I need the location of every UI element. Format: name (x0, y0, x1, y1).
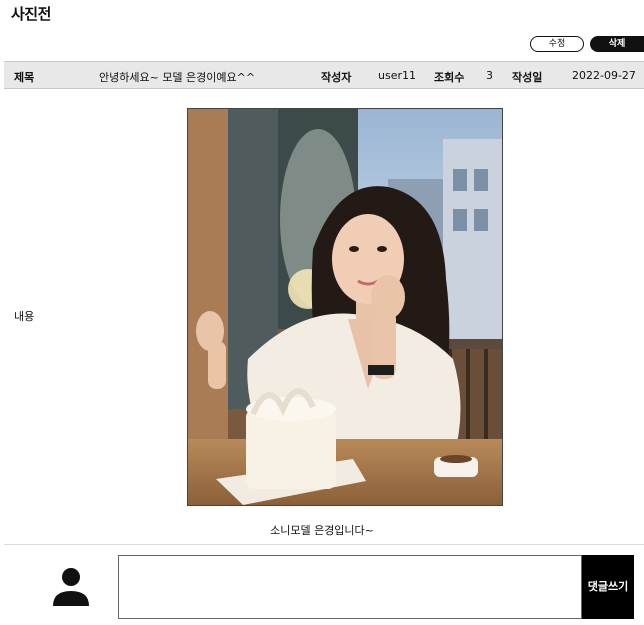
post-title: 안녕하세요~ 모델 은경이예요^^ (99, 71, 256, 84)
views-count: 3 (486, 69, 493, 82)
delete-button[interactable]: 삭제 (590, 36, 644, 52)
post-date: 2022-09-27 (572, 69, 636, 82)
page-title: 사진전 (11, 5, 51, 23)
content-label: 내용 (14, 310, 35, 323)
title-label: 제목 (14, 71, 35, 84)
author-name: user11 (378, 69, 416, 82)
comment-submit-button[interactable]: 댓글쓰기 (582, 555, 634, 619)
date-label: 작성일 (512, 71, 543, 84)
views-label: 조회수 (434, 71, 465, 84)
post-photo (187, 108, 503, 506)
post-caption: 소니모델 은경입니다~ (270, 524, 374, 537)
author-label: 작성자 (321, 71, 352, 84)
edit-button[interactable]: 수정 (530, 36, 584, 52)
post-meta-bar: 제목 안녕하세요~ 모델 은경이예요^^ 작성자 user11 조회수 3 작성… (4, 61, 644, 89)
divider (4, 544, 644, 545)
user-icon (52, 567, 90, 607)
comment-input[interactable] (118, 555, 582, 619)
